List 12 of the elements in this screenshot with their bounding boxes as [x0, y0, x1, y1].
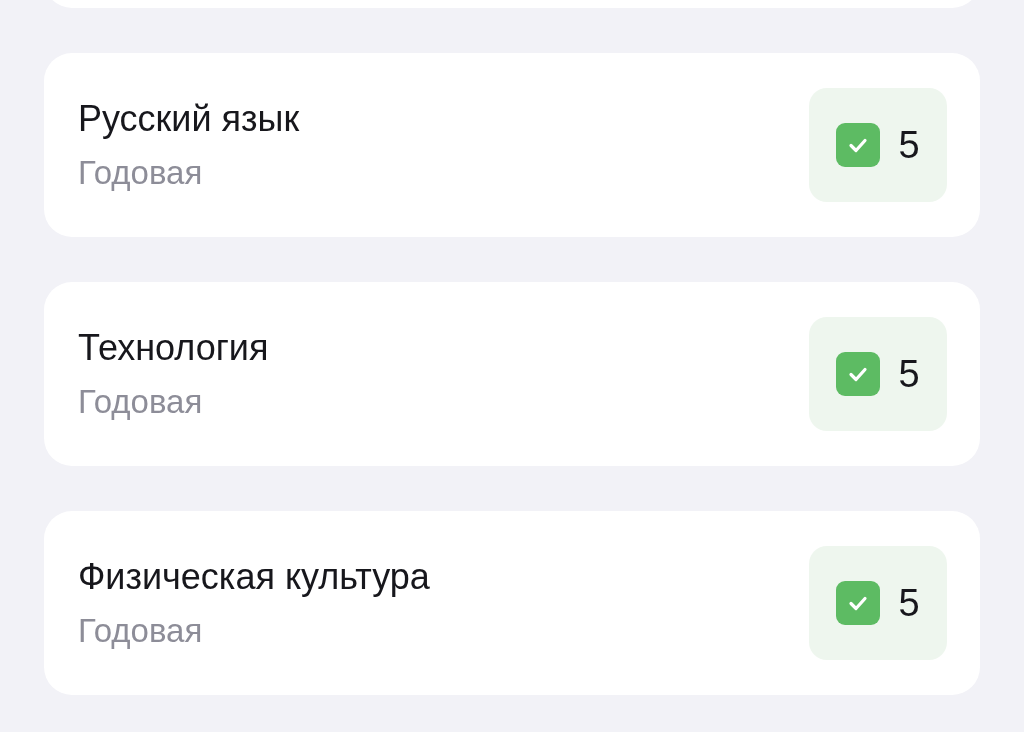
- grade-period: Годовая: [78, 154, 204, 192]
- grade-period: Годовая: [78, 383, 204, 421]
- grade-card[interactable]: Физическая культура Годовая 5: [44, 511, 980, 695]
- grade-value: 5: [898, 581, 920, 625]
- grade-card[interactable]: Русский язык Годовая 5: [44, 53, 980, 237]
- grade-value: 5: [898, 123, 920, 167]
- grade-value: 5: [898, 352, 920, 396]
- subject-name: Технология: [78, 327, 269, 369]
- subject-name: Физическая культура: [78, 556, 430, 598]
- grade-card[interactable]: Технология Годовая 5: [44, 282, 980, 466]
- grade-period: Годовая: [78, 612, 204, 650]
- subject-name: Русский язык: [78, 98, 300, 140]
